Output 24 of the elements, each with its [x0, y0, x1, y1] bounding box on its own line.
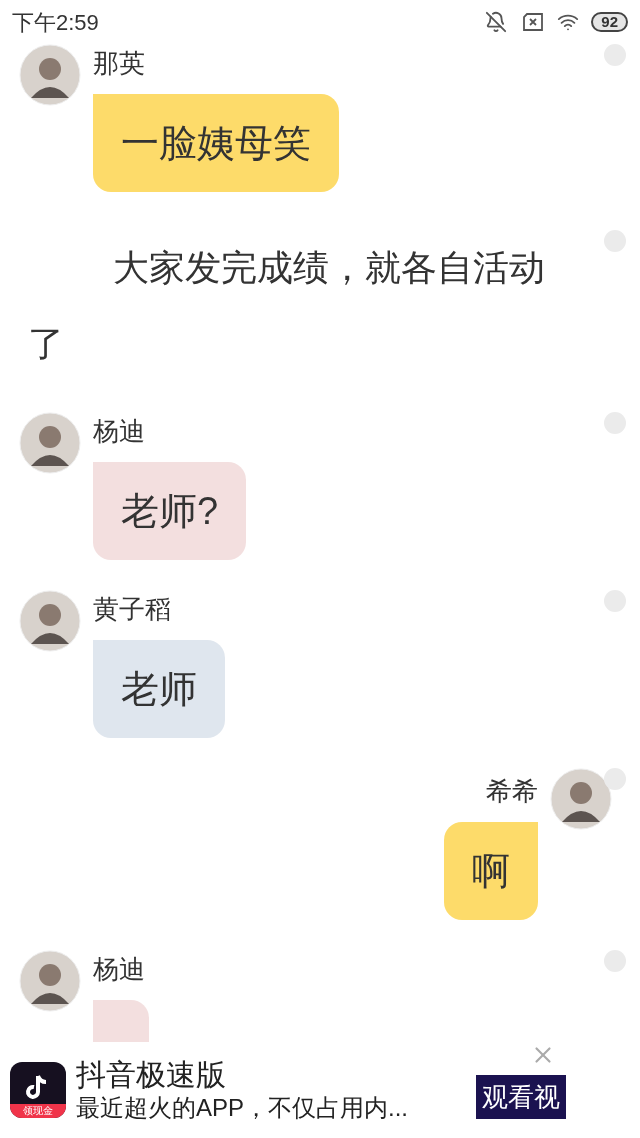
narration-text: 大家发完成绩，就各自活动了: [27, 246, 546, 366]
sender-name: 那英: [93, 47, 146, 80]
avatar[interactable]: [19, 590, 81, 652]
app-badge: 领现金: [10, 1104, 66, 1118]
message-bubble[interactable]: 老师?: [93, 462, 247, 560]
battery-indicator: 92: [591, 12, 628, 32]
app-icon[interactable]: 领现金: [10, 1062, 66, 1118]
sender-name: 希希: [486, 775, 538, 808]
sender-name: 杨迪: [93, 415, 146, 448]
ad-description: 最近超火的APP，不仅占用内...: [76, 1093, 409, 1123]
message-bubble[interactable]: 一脸姨母笑: [93, 94, 339, 192]
watch-button[interactable]: 观看视: [476, 1075, 566, 1119]
sender-name: 杨迪: [93, 953, 146, 986]
ad-title: 抖音极速版: [76, 1057, 227, 1093]
status-time: 下午2:59: [12, 8, 99, 37]
avatar[interactable]: [19, 44, 81, 106]
avatar[interactable]: [19, 950, 81, 1012]
message-bubble[interactable]: 老师: [93, 640, 225, 738]
avatar[interactable]: [19, 412, 81, 474]
sender-name: 黄子稻: [93, 593, 172, 626]
sim-icon: [521, 12, 546, 32]
avatar[interactable]: [550, 768, 612, 830]
silent-icon: [485, 11, 508, 33]
message-bubble[interactable]: 啊: [444, 822, 538, 920]
